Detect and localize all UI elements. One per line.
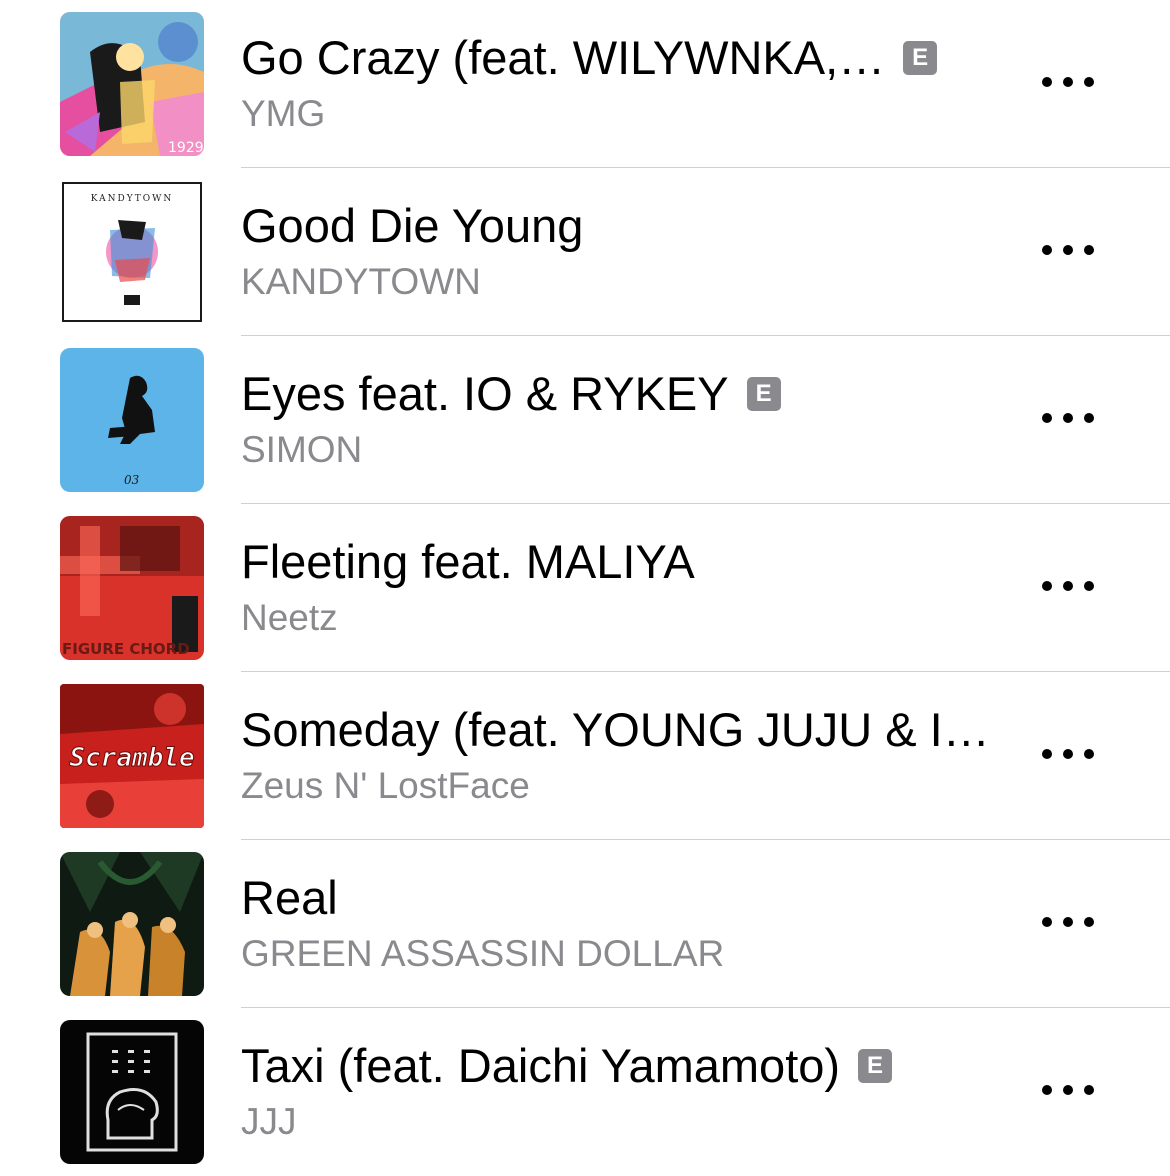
track-text: Go Crazy (feat. WILYWNKA,… E YMG [241,28,1021,140]
track-list: 1929 Go Crazy (feat. WILYWNKA,… E YMG KA… [0,0,1170,1176]
track-title: Real [241,871,338,924]
album-art-text: FIGURE CHORD [62,640,190,658]
track-artist: KANDYTOWN [241,261,481,302]
ellipsis-icon[interactable] [1040,398,1096,438]
track-title: Taxi (feat. Daichi Yamamoto) [241,1039,841,1092]
track-row[interactable]: Scramble Someday (feat. YOUNG JUJU & I… … [0,672,1170,840]
track-title: Someday (feat. YOUNG JUJU & I… [241,703,990,756]
track-title: Good Die Young [241,199,584,252]
explicit-badge: E [858,1049,893,1083]
track-text: Taxi (feat. Daichi Yamamoto) E JJJ [241,1036,1021,1148]
track-artist: GREEN ASSASSIN DOLLAR [241,933,725,974]
track-artist: SIMON [241,429,363,470]
album-art-go-crazy-icon: 1929 [60,12,204,156]
track-row[interactable]: 1929 Go Crazy (feat. WILYWNKA,… E YMG [0,0,1170,168]
svg-text:1929: 1929 [168,140,204,156]
track-artist: YMG [241,93,326,134]
album-art-text: 03 [124,473,140,487]
ellipsis-icon[interactable] [1040,230,1096,270]
track-row[interactable]: 03 Eyes feat. IO & RYKEY E SIMON [0,336,1170,504]
track-text: Good Die Young KANDYTOWN [241,196,1021,308]
explicit-badge: E [746,377,781,411]
album-art-text: KANDYTOWN [91,194,173,204]
track-title: Go Crazy (feat. WILYWNKA,… [241,31,886,84]
ellipsis-icon[interactable] [1040,902,1096,942]
track-row[interactable]: Real GREEN ASSASSIN DOLLAR [0,840,1170,1008]
track-text: Someday (feat. YOUNG JUJU & I… Zeus N' L… [241,700,1021,812]
track-row[interactable]: KANDYTOWN Good Die Young KANDYTOWN [0,168,1170,336]
track-title: Eyes feat. IO & RYKEY [241,367,729,420]
track-row[interactable]: FIGURE CHORD Fleeting feat. MALIYA Neetz [0,504,1170,672]
track-text: Real GREEN ASSASSIN DOLLAR [241,868,1021,980]
track-text: Eyes feat. IO & RYKEY E SIMON [241,364,1021,476]
explicit-badge: E [903,41,938,75]
album-art-green-assassin-icon [60,852,204,996]
ellipsis-icon[interactable] [1040,62,1096,102]
track-title: Fleeting feat. MALIYA [241,535,695,588]
track-artist: Neetz [241,597,338,638]
track-artist: JJJ [241,1101,297,1142]
album-art-text: Scramble [69,743,194,773]
ellipsis-icon[interactable] [1040,734,1096,774]
album-art-figure-chord-icon: FIGURE CHORD [60,516,204,660]
ellipsis-icon[interactable] [1040,566,1096,606]
album-art-kandytown-icon: KANDYTOWN [60,180,204,324]
album-art-simon-icon: 03 [60,348,204,492]
album-art-scramble-icon: Scramble [60,684,204,828]
track-text: Fleeting feat. MALIYA Neetz [241,532,1021,644]
album-art-jjj-icon [60,1020,204,1164]
track-row[interactable]: Taxi (feat. Daichi Yamamoto) E JJJ [0,1008,1170,1176]
ellipsis-icon[interactable] [1040,1070,1096,1110]
track-artist: Zeus N' LostFace [241,765,530,806]
